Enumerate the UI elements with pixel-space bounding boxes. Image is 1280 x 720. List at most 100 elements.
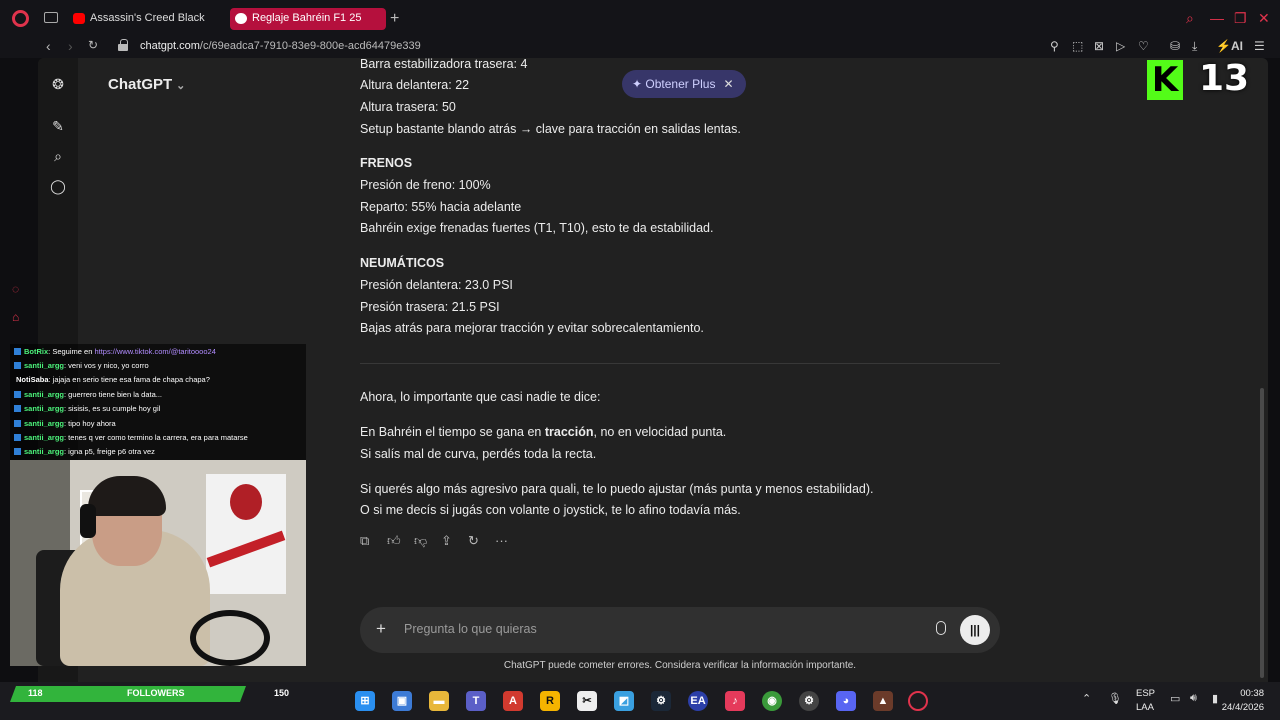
rockstar-icon[interactable]: R (540, 691, 560, 711)
lock-icon (118, 39, 128, 51)
scrollbar[interactable] (1260, 388, 1264, 678)
text-run: En Bahréin el tiempo se gana en (360, 425, 545, 439)
pin-icon[interactable]: ⚲ (1050, 39, 1059, 53)
opera-logo-icon[interactable] (12, 10, 29, 27)
composer: + Pregunta lo que quieras ||| (360, 607, 1000, 653)
maximize-icon[interactable]: ❐ (1234, 10, 1247, 27)
game-icon[interactable]: ▲ (873, 691, 893, 711)
settings-icon[interactable]: ⚙ (799, 691, 819, 711)
setup-line: Reparto: 55% hacia adelante (360, 200, 522, 214)
browser-tabbar: Assassin's Creed Black Reglaje Bahréin F… (0, 0, 1280, 36)
thumbs-up-icon[interactable]: 👍︎ (387, 533, 401, 549)
aria-ai-icon[interactable]: ⚡AI (1216, 39, 1243, 53)
setup-line: Altura delantera: 22 (360, 78, 470, 92)
badge-icon (14, 405, 21, 412)
chat-link: https://www.tiktok.com/@taritoooo24 (94, 347, 216, 356)
minimize-icon[interactable]: — (1210, 10, 1224, 26)
download-icon[interactable]: ⤓ (1192, 39, 1197, 54)
snapshot-icon[interactable]: ⬚ (1072, 39, 1083, 53)
copy-icon[interactable]: ⧉ (360, 533, 369, 549)
start-icon[interactable]: ⊞ (355, 691, 375, 711)
clock-date: 24/4/2026 (1221, 702, 1264, 713)
tab-reglaje-bahrein[interactable]: Reglaje Bahréin F1 25 (230, 8, 386, 30)
tab-assassins-creed[interactable]: Assassin's Creed Black (68, 8, 208, 30)
chat-message: santii_argg: tipo hoy ahora (14, 419, 116, 428)
player-icon[interactable]: ▷ (1116, 39, 1125, 53)
openai-logo-icon[interactable]: ❂ (50, 76, 66, 92)
stream-logo: K 13 (1147, 58, 1249, 100)
setup-line: Bahréin exige frenadas fuertes (T1, T10)… (360, 221, 714, 235)
prompt-input[interactable]: Pregunta lo que quieras (404, 622, 537, 636)
heart-icon[interactable]: ♡ (1138, 39, 1149, 53)
wallet-icon[interactable]: ⛁ (1170, 39, 1180, 53)
lang-code: ESP (1136, 688, 1156, 699)
neumaticos-heading: NEUMÁTICOS (360, 256, 445, 270)
chat-text: : veni vos y nico, yo corro (64, 361, 149, 370)
text-run-bold: tracción (544, 425, 594, 439)
search-icon[interactable]: ⌕ (50, 148, 66, 164)
chat-user: santii_argg (24, 419, 65, 428)
search-tabs-icon[interactable]: ⌕ (1186, 10, 1194, 27)
ea-icon[interactable]: EA (688, 691, 708, 711)
network-icon[interactable]: ▭ (1170, 692, 1180, 705)
opera-taskbar-icon[interactable] (908, 691, 928, 711)
chat-text: : tenes q ver como termino la carrera, e… (64, 433, 248, 442)
chevron-down-icon: ⌄ (176, 80, 186, 92)
url-path: /c/69eadca7-7910-83e9-800e-acd64479e339 (199, 40, 421, 52)
attach-plus-icon[interactable]: + (376, 619, 386, 639)
teams-icon[interactable]: T (466, 691, 486, 711)
address-bar: ‹ › ↻ chatgpt.com/c/69eadca7-7910-83e9-8… (0, 36, 1280, 58)
chrome-icon[interactable]: ◉ (762, 691, 782, 711)
close-window-icon[interactable]: ✕ (1258, 10, 1270, 27)
setup-line: Presión delantera: 23.0 PSI (360, 278, 513, 292)
badge-icon (14, 348, 21, 355)
chat-user: NotiSaba (16, 375, 49, 384)
thumbs-down-icon[interactable]: 👎︎ (414, 533, 427, 549)
setup-line: Presión trasera: 21.5 PSI (360, 300, 500, 314)
microphone-icon[interactable] (936, 621, 946, 635)
capcut-icon[interactable]: ✂ (577, 691, 597, 711)
tiktok-icon[interactable]: ♪ (725, 691, 745, 711)
voice-mode-button[interactable]: ||| (960, 615, 990, 645)
language-indicator[interactable]: ESP LAA (1136, 687, 1155, 715)
new-tab-icon[interactable]: + (390, 10, 399, 28)
chat-text: : Seguime en (48, 347, 95, 356)
lang-layout: LAA (1136, 702, 1154, 713)
regenerate-icon[interactable]: ↻ (468, 533, 479, 549)
explorer-icon[interactable]: ▬ (429, 691, 449, 711)
screen: Assassin's Creed Black Reglaje Bahréin F… (0, 0, 1280, 720)
more-icon[interactable]: ··· (495, 533, 508, 548)
discord-icon[interactable]: ◕ (836, 691, 856, 711)
tab-islands-icon[interactable] (44, 12, 58, 23)
get-plus-button[interactable]: ✦ Obtener Plus ✕ (622, 70, 746, 98)
volume-icon[interactable]: 🔊︎ (1190, 692, 1197, 705)
photos-icon[interactable]: ◩ (614, 691, 634, 711)
gx-icon[interactable]: ⌂ (12, 310, 19, 324)
url-field[interactable]: chatgpt.com/c/69eadca7-7910-83e9-800e-ac… (140, 40, 421, 52)
reload-icon[interactable]: ↻ (88, 38, 98, 52)
back-icon[interactable]: ‹ (46, 38, 51, 54)
kick-logo: K (1147, 60, 1183, 100)
chat-user: santii_argg (24, 447, 65, 456)
menu-icon[interactable]: ☰ (1254, 39, 1265, 53)
aria-icon[interactable]: ◌ (12, 282, 19, 296)
chat-user: santii_argg (24, 390, 65, 399)
setup-line: Bajas atrás para mejorar tracción y evit… (360, 321, 704, 335)
badge-icon (14, 391, 21, 398)
adblock-icon[interactable]: ⊠ (1094, 39, 1104, 53)
chat-message: santii_argg: veni vos y nico, yo corro (14, 361, 149, 370)
chats-icon[interactable]: ◯ (50, 178, 66, 194)
app-red-icon[interactable]: A (503, 691, 523, 711)
share-icon[interactable]: ⇪ (441, 533, 452, 549)
model-selector[interactable]: ChatGPT ⌄ (108, 76, 185, 93)
forward-icon[interactable]: › (68, 38, 73, 54)
store-icon[interactable]: ▣ (392, 691, 412, 711)
tray-chevron-icon[interactable]: ⌃ (1082, 692, 1091, 705)
close-icon[interactable]: ✕ (723, 77, 733, 91)
steam-icon[interactable]: ⚙ (651, 691, 671, 711)
new-chat-icon[interactable]: ✎ (50, 118, 66, 134)
paragraph-line: En Bahréin el tiempo se gana en tracción… (360, 422, 726, 444)
system-clock[interactable]: 00:38 24/4/2026 (1222, 687, 1264, 715)
mic-tray-icon[interactable]: 🎙︎ (1108, 692, 1122, 705)
chat-message: BotRix: Seguime en https://www.tiktok.co… (14, 347, 216, 356)
